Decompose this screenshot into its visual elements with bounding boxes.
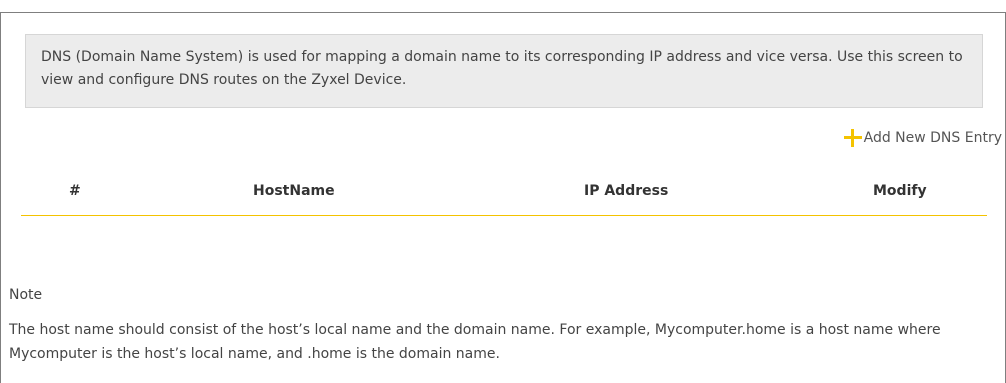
dns-table-header: # HostName IP Address Modify bbox=[21, 173, 987, 216]
description-text: DNS (Domain Name System) is used for map… bbox=[41, 49, 963, 88]
add-dns-entry-button[interactable]: Add New DNS Entry bbox=[843, 129, 1002, 147]
description-box: DNS (Domain Name System) is used for map… bbox=[25, 34, 983, 108]
note-text: The host name should consist of the host… bbox=[9, 322, 941, 362]
plus-icon bbox=[843, 129, 862, 147]
column-header-hostname: HostName bbox=[253, 183, 335, 199]
note-title: Note bbox=[9, 287, 43, 303]
add-dns-entry-label: Add New DNS Entry bbox=[863, 130, 1002, 146]
column-header-ip-address: IP Address bbox=[584, 183, 669, 199]
page-frame: DNS (Domain Name System) is used for map… bbox=[0, 12, 1006, 383]
column-header-number: # bbox=[69, 183, 81, 199]
column-header-modify: Modify bbox=[873, 183, 927, 199]
